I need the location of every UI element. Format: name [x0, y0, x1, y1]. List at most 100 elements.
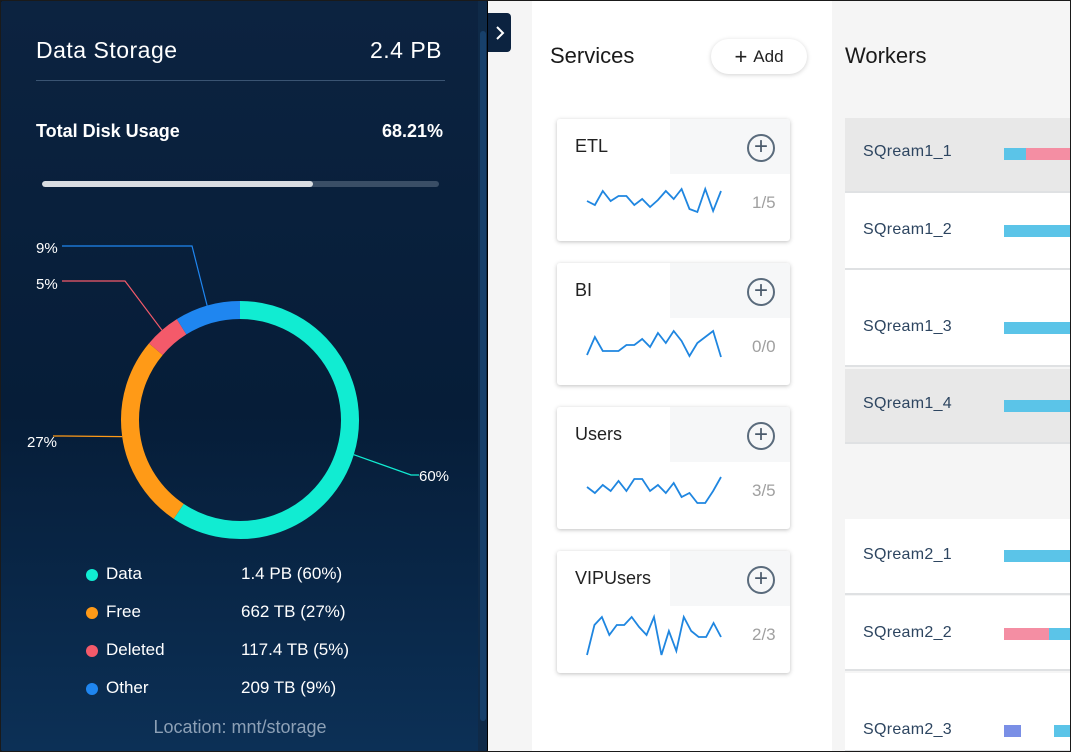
card-title-tab [557, 119, 670, 174]
workers-title: Workers [845, 43, 927, 68]
legend-dot-icon [86, 645, 98, 657]
sparkline-series [586, 186, 722, 214]
donut-slice-data[interactable] [173, 301, 359, 539]
worker-name: SQream1_1 [863, 143, 952, 160]
service-name: Users [575, 424, 623, 444]
legend-value: 209 TB (9%) [241, 678, 337, 697]
storage-donut-chart: 60% 27% 5% 9% [27, 240, 449, 539]
storage-total-size: 2.4 PB [369, 37, 442, 63]
legend-name: Data [106, 564, 142, 583]
worker-bar-segment [1026, 148, 1049, 160]
service-card-bi[interactable]: BI +0/0 [557, 263, 790, 385]
worker-status-bar [1004, 725, 1071, 737]
add-worker-icon[interactable]: + [747, 422, 775, 450]
sparkline-series [586, 613, 722, 656]
header-divider [36, 80, 445, 81]
legend-dot-icon [86, 683, 98, 695]
legend-dot-icon [86, 569, 98, 581]
worker-status-bar [1004, 225, 1071, 237]
service-worker-count: 2/3 [752, 625, 776, 644]
service-name: ETL [575, 136, 609, 156]
worker-status-bar [1004, 550, 1071, 562]
worker-status-bar [1004, 628, 1071, 640]
donut-percent-labels: 60% 27% 5% 9% [27, 240, 449, 485]
card-title-tab [557, 263, 670, 318]
worker-bar-segment [1004, 148, 1027, 160]
service-card-etl[interactable]: ETL +1/5 [557, 119, 790, 241]
service-sparkline [586, 186, 722, 214]
worker-bar-segment [1020, 725, 1038, 737]
donut-ring [121, 301, 359, 539]
worker-row-sqream2_2[interactable]: SQream2_2 [845, 596, 1071, 671]
service-name: VIPUsers [575, 568, 652, 588]
data-storage-panel: Data Storage 2.4 PB Total Disk Usage 68.… [0, 0, 488, 752]
worker-bar-segment [1048, 628, 1071, 640]
donut-slice-other[interactable] [176, 301, 241, 335]
worker-status-bar [1004, 148, 1071, 160]
legend-value: 662 TB (27%) [241, 602, 346, 621]
worker-bar-segment [1004, 628, 1027, 640]
donut-label-data: 60% [419, 468, 449, 485]
service-sparkline [586, 476, 722, 504]
worker-bar-segment [1004, 322, 1071, 334]
service-worker-count: 0/0 [752, 337, 776, 356]
worker-status-bar [1004, 322, 1071, 334]
add-worker-icon[interactable]: + [747, 134, 775, 162]
donut-slice-free[interactable] [121, 343, 184, 519]
worker-bar-segment [1026, 628, 1049, 640]
worker-bar-segment [1037, 725, 1055, 737]
panel-scroll-thumb[interactable] [480, 31, 486, 721]
legend-value: 117.4 TB (5%) [241, 640, 350, 659]
collapse-panel-button[interactable] [488, 13, 511, 52]
services-title: Services [550, 43, 635, 68]
worker-bar-segment [1004, 550, 1071, 562]
sparkline-series [586, 329, 722, 358]
worker-name: SQream1_4 [863, 395, 952, 412]
service-card-vipusers[interactable]: VIPUsers +2/3 [557, 551, 790, 673]
donut-label-other: 9% [36, 240, 58, 257]
worker-bar-segment [1004, 225, 1071, 237]
sparkline-series [586, 476, 722, 504]
leader-line-deleted [62, 280, 163, 331]
donut-leader-lines [53, 245, 419, 476]
storage-location: Location: mnt/storage [153, 717, 327, 737]
legend-name: Free [106, 602, 141, 621]
donut-slice-deleted[interactable] [148, 319, 187, 356]
worker-name: SQream1_2 [863, 221, 952, 238]
worker-row-sqream2_1[interactable]: SQream2_1 [845, 519, 1071, 595]
worker-row-sqream2_3[interactable]: SQream2_3 [845, 673, 1071, 752]
service-sparkline [586, 329, 722, 358]
panel-scrollbar[interactable] [478, 1, 487, 751]
worker-name: SQream2_1 [863, 546, 952, 563]
service-name: BI [575, 280, 593, 300]
add-worker-icon[interactable]: + [747, 566, 775, 594]
disk-usage-bar-fill [42, 181, 313, 187]
storage-title: Data Storage [36, 37, 178, 63]
worker-bar-segment [1048, 148, 1071, 160]
service-worker-count: 1/5 [752, 193, 776, 212]
add-service-button[interactable]: + Add [711, 39, 807, 74]
worker-row-sqream1_2[interactable]: SQream1_2 [845, 193, 1071, 270]
worker-name: SQream1_3 [863, 318, 952, 335]
worker-row-sqream1_1[interactable]: SQream1_1 [845, 118, 1071, 193]
leader-line-data [353, 454, 419, 476]
disk-usage-value: 68.21% [381, 121, 443, 141]
donut-label-free: 27% [27, 434, 57, 451]
service-card-users[interactable]: Users +3/5 [557, 407, 790, 529]
chevron-right-icon [495, 25, 504, 40]
worker-status-bar [1004, 400, 1071, 412]
leader-line-other [62, 245, 208, 306]
donut-label-deleted: 5% [36, 276, 58, 293]
worker-name: SQream2_2 [863, 624, 952, 641]
legend-value: 1.4 PB (60%) [241, 564, 343, 583]
worker-row-sqream1_3[interactable]: SQream1_3 [845, 270, 1071, 367]
leader-line-free [53, 435, 123, 438]
add-service-label: Add [753, 46, 784, 66]
service-sparkline [586, 613, 722, 656]
worker-bar-segment [1054, 725, 1071, 737]
worker-row-sqream1_4[interactable]: SQream1_4 [845, 369, 1071, 444]
add-worker-icon[interactable]: + [747, 278, 775, 306]
disk-usage-label: Total Disk Usage [36, 121, 180, 141]
worker-bar-segment [1004, 725, 1021, 737]
legend-name: Other [106, 678, 149, 697]
